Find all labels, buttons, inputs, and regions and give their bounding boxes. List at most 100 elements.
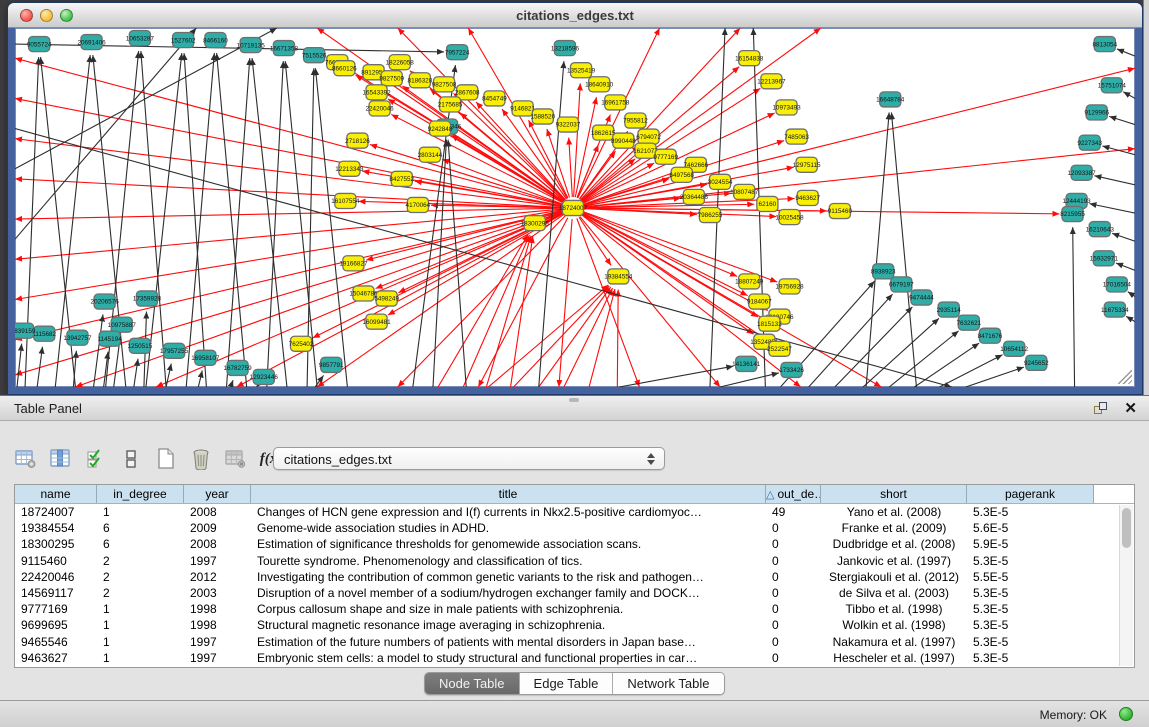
network-node[interactable]: 8215955 — [1060, 206, 1085, 221]
network-node[interactable]: 4170064 — [406, 197, 431, 212]
import-table-button-disabled[interactable] — [224, 447, 248, 471]
network-node[interactable]: 1733426 — [779, 362, 804, 377]
network-node[interactable]: 12213967 — [757, 74, 786, 89]
float-panel-icon[interactable] — [1094, 402, 1109, 416]
network-node[interactable]: 8454749 — [482, 91, 507, 106]
network-node[interactable]: 18640910 — [585, 77, 614, 92]
column-header-short[interactable]: short — [821, 485, 967, 503]
network-node[interactable]: 9857791 — [319, 357, 344, 372]
network-node[interactable]: 20206576 — [91, 294, 120, 309]
network-node[interactable]: 7986255 — [698, 208, 723, 223]
network-node[interactable]: 2718126 — [345, 133, 370, 148]
network-node[interactable]: 22420046 — [366, 101, 395, 116]
close-panel-icon[interactable]: ✕ — [1124, 399, 1137, 417]
network-node[interactable]: 9184067 — [747, 294, 772, 309]
network-node[interactable]: 11675334 — [1101, 302, 1129, 317]
network-node[interactable]: 9474444 — [909, 290, 934, 305]
row-height-button[interactable] — [119, 447, 143, 471]
tab-node-table[interactable]: Node Table — [425, 673, 520, 694]
network-node[interactable]: 12975115 — [793, 157, 821, 172]
table-row[interactable]: 1830029562008Estimation of significance … — [15, 536, 1134, 552]
network-canvas[interactable]: 9055724206914061065328715276028466160107… — [15, 28, 1135, 387]
column-header-indegree[interactable]: in_degree — [97, 485, 184, 503]
network-node[interactable]: 10719135 — [237, 38, 266, 53]
network-node[interactable]: 1815132 — [757, 316, 782, 331]
network-node[interactable]: 14136141 — [732, 356, 761, 371]
network-node[interactable]: 1250515 — [128, 338, 153, 353]
table-row[interactable]: 1938455462009Genome-wide association stu… — [15, 520, 1134, 536]
network-node[interactable]: 17016504 — [1103, 277, 1132, 292]
network-node[interactable]: 1145194 — [98, 331, 123, 346]
network-node[interactable]: 1527602 — [171, 33, 196, 48]
network-node[interactable]: 16648784 — [876, 92, 905, 107]
network-node[interactable]: 8813054 — [1092, 37, 1117, 52]
network-node[interactable]: 7485063 — [784, 129, 809, 144]
new-table-button[interactable] — [154, 447, 178, 471]
network-node[interactable]: 19384554 — [604, 269, 633, 284]
column-header-name[interactable]: name — [15, 485, 97, 503]
network-node[interactable]: 16107554 — [331, 193, 360, 208]
network-node[interactable]: 10025458 — [775, 210, 804, 225]
network-node[interactable]: 5498249 — [374, 291, 399, 306]
network-node[interactable]: 7632621 — [956, 315, 981, 330]
network-node[interactable]: 16671358 — [270, 41, 299, 56]
network-node[interactable]: 20364486 — [680, 189, 709, 204]
network-node[interactable]: 16210643 — [1086, 222, 1115, 237]
network-node[interactable]: 1588520 — [530, 109, 555, 124]
network-node[interactable]: 7515526 — [302, 48, 327, 63]
resize-grip[interactable] — [1118, 370, 1132, 384]
network-node[interactable]: 2522547 — [767, 341, 792, 356]
network-node[interactable]: 8938923 — [871, 264, 896, 279]
network-node[interactable]: 18226058 — [386, 55, 415, 70]
tab-network-table[interactable]: Network Table — [613, 673, 723, 694]
network-node[interactable]: 18300295 — [521, 216, 550, 231]
column-header-title[interactable]: title — [251, 485, 766, 503]
network-node[interactable]: 15751074 — [1098, 78, 1127, 93]
network-node[interactable]: 16099481 — [362, 314, 391, 329]
network-node[interactable]: 9839159 — [15, 323, 36, 338]
network-node[interactable]: 13942757 — [63, 330, 92, 345]
network-node[interactable]: 9055724 — [27, 37, 52, 52]
table-settings-button[interactable] — [14, 447, 38, 471]
network-node[interactable]: 6679197 — [889, 277, 914, 292]
network-node[interactable]: 10973493 — [772, 100, 801, 115]
table-row[interactable]: 911546021997Tourette syndrome. Phenomeno… — [15, 553, 1134, 569]
network-node[interactable]: 18724007 — [559, 200, 588, 215]
network-node[interactable]: 9115460 — [828, 203, 853, 218]
network-node[interactable]: 6497568 — [669, 167, 694, 182]
table-select-dropdown[interactable]: citations_edges.txt — [273, 447, 665, 470]
network-node[interactable]: 16543392 — [362, 85, 391, 100]
network-node[interactable]: 16154838 — [735, 51, 764, 66]
network-node[interactable]: 13525419 — [567, 63, 596, 78]
network-node[interactable]: 16958107 — [191, 350, 220, 365]
network-node[interactable]: 3024554 — [708, 174, 733, 189]
network-node[interactable]: 8427552 — [389, 171, 414, 186]
network-node[interactable]: 2175685 — [438, 97, 463, 112]
network-node[interactable]: 8660126 — [332, 61, 357, 76]
network-node[interactable]: 19756928 — [775, 279, 804, 294]
network-node[interactable]: 17957255 — [160, 343, 189, 358]
network-node[interactable]: 16961758 — [601, 95, 630, 110]
table-row[interactable]: 977716911998Corpus callosum shape and si… — [15, 601, 1134, 617]
table-row[interactable]: 2242004622012Investigating the contribut… — [15, 569, 1134, 585]
network-node[interactable]: 9322037 — [556, 117, 581, 132]
tab-edge-table[interactable]: Edge Table — [520, 673, 614, 694]
delete-table-button[interactable] — [189, 447, 213, 471]
vertical-scrollbar[interactable] — [1119, 505, 1133, 666]
network-node[interactable]: 9227343 — [1077, 135, 1102, 150]
table-row[interactable]: 946362711997Embryonic stem cells: a mode… — [15, 650, 1134, 666]
network-node[interactable]: 1115682 — [32, 326, 56, 341]
network-node[interactable]: 16782759 — [224, 360, 253, 375]
network-node[interactable]: 18807249 — [735, 274, 764, 289]
network-node[interactable]: 10653287 — [126, 31, 155, 46]
select-rows-button[interactable] — [84, 447, 108, 471]
network-node[interactable]: 8990448 — [611, 133, 636, 148]
network-node[interactable]: 8466160 — [203, 33, 228, 48]
network-node[interactable]: 9463627 — [795, 190, 820, 205]
network-node[interactable]: 17359928 — [133, 291, 162, 306]
network-graph[interactable]: 9055724206914061065328715276028466160107… — [15, 28, 1135, 387]
network-node[interactable]: 9827508 — [432, 77, 457, 92]
network-node[interactable]: 15932971 — [1090, 251, 1119, 266]
network-node[interactable]: 12923446 — [250, 369, 279, 384]
network-node[interactable]: 8471676 — [978, 328, 1003, 343]
